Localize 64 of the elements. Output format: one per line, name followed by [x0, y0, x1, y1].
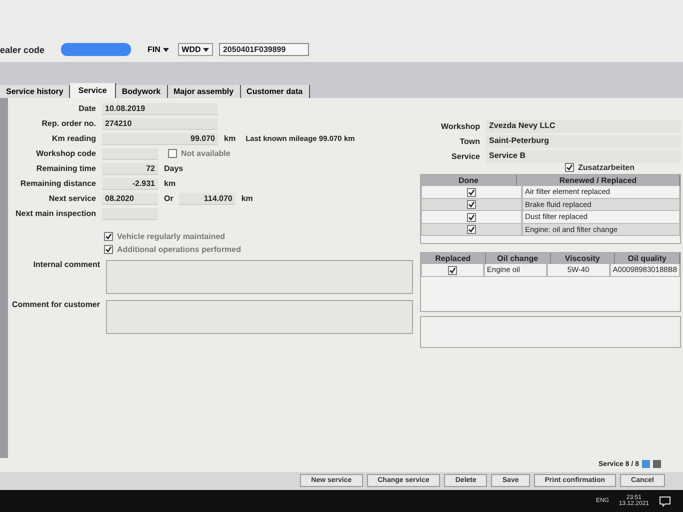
value-field[interactable]: 72 — [102, 162, 158, 174]
checkbox-label: Zusatzarbeiten — [578, 163, 634, 172]
tab[interactable]: Major assembly — [168, 85, 241, 98]
fin-field[interactable]: 2050401F039899 — [218, 43, 309, 56]
unit-label: km — [241, 194, 253, 203]
field-label: Date — [78, 103, 96, 115]
checkbox[interactable] — [168, 149, 177, 158]
caret-icon — [202, 48, 209, 52]
field-label: Next main inspection — [14, 208, 96, 220]
comment-field[interactable] — [106, 260, 413, 294]
field-label: Next service — [48, 193, 96, 205]
tab[interactable]: Service history — [0, 85, 70, 98]
value-field[interactable]: 08.2020 — [102, 192, 158, 204]
checkbox-label: Vehicle regularly maintained — [117, 232, 226, 241]
value-field[interactable]: 10.08.2019 — [102, 102, 218, 114]
caret-icon — [162, 48, 169, 52]
value-field[interactable]: -2.931 — [102, 178, 158, 190]
field-label: Service — [450, 151, 480, 163]
field-label: Remaining time — [35, 163, 96, 175]
value-field[interactable] — [102, 148, 158, 160]
checkbox[interactable] — [565, 163, 574, 172]
field-label: Km reading — [50, 133, 96, 145]
unit-label: km — [164, 179, 176, 188]
column-header[interactable]: Renewed / Replaced — [517, 175, 680, 186]
unit-label: km — [224, 134, 236, 143]
value-field[interactable]: Zvezda Nevy LLC — [486, 120, 681, 133]
dealer-code-field[interactable] — [60, 43, 131, 56]
prefix-dropdown[interactable]: WDD — [178, 43, 213, 56]
value-field[interactable] — [102, 208, 158, 220]
unit-label: Days — [164, 164, 184, 173]
value-field[interactable]: Service B — [486, 150, 681, 163]
comment-label: Internal comment — [32, 260, 100, 271]
field-label: Workshop — [440, 121, 480, 133]
column-header[interactable]: Replaced — [421, 253, 486, 264]
checkbox[interactable] — [467, 212, 476, 222]
value-field[interactable]: 114.070 — [179, 192, 236, 204]
value-field[interactable]: 99.070 — [102, 132, 218, 144]
value-field[interactable]: 274210 — [102, 118, 218, 130]
checkbox[interactable] — [467, 200, 476, 210]
checkbox[interactable] — [448, 266, 457, 275]
unit-label: Or — [164, 194, 174, 203]
notification-icon[interactable] — [659, 496, 671, 506]
column-header[interactable]: Viscosity — [550, 253, 616, 264]
field-label: Workshop code — [35, 148, 96, 160]
tab[interactable]: Service — [70, 83, 116, 98]
column-header[interactable]: Oil change — [486, 253, 550, 264]
field-label: Remaining distance — [19, 178, 96, 190]
checkbox[interactable] — [104, 245, 113, 254]
column-header[interactable]: Oil quality — [615, 253, 680, 264]
checkbox[interactable] — [467, 225, 476, 234]
dealer-code-label: ealer code — [0, 44, 45, 54]
checkbox[interactable] — [104, 232, 113, 241]
field-label: Rep. order no. — [40, 118, 96, 130]
column-header[interactable]: Done — [421, 175, 517, 186]
fin-dropdown[interactable]: FIN — [144, 44, 172, 55]
tab[interactable]: Bodywork — [116, 85, 168, 98]
field-label: Town — [458, 136, 480, 148]
checkbox-label: Not available — [181, 149, 230, 158]
comment-field[interactable] — [106, 300, 413, 334]
tab[interactable]: Customer data — [240, 85, 310, 98]
comment-label: Comment for customer — [10, 300, 100, 311]
value-field[interactable]: Saint-Peterburg — [486, 135, 681, 148]
checkbox[interactable] — [467, 188, 476, 197]
checkbox-label: Additional operations performed — [117, 245, 242, 254]
